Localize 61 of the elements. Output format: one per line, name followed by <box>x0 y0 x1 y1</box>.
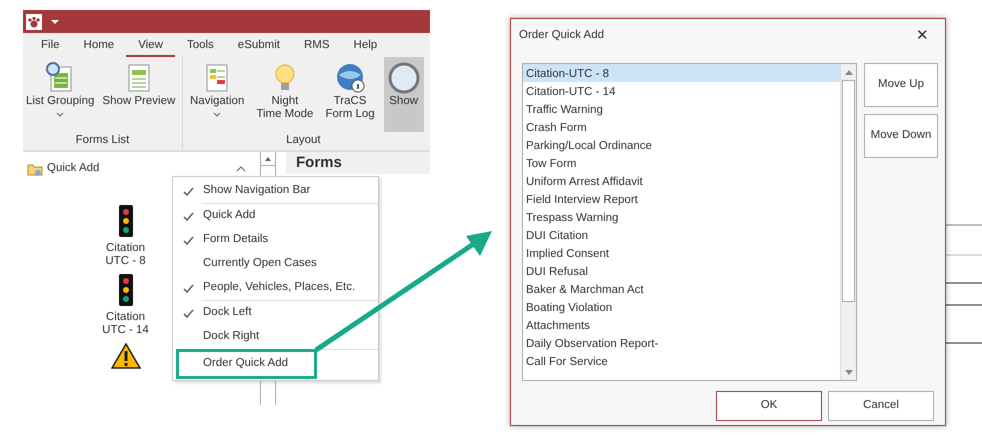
list-item[interactable]: Baker & Marchman Act <box>523 280 840 298</box>
shortcut-label[interactable]: Citation UTC - 8 <box>105 242 146 268</box>
scroll-down-icon[interactable] <box>844 370 852 374</box>
list-item[interactable]: Traffic Warning <box>523 100 840 118</box>
ribbon-button[interactable]: Navigation <box>187 57 248 132</box>
menu-item[interactable]: Currently Open Cases <box>173 252 378 276</box>
ribbon-button[interactable]: TraCS Form Log <box>322 57 378 132</box>
menu-item[interactable]: Form Details <box>173 228 378 252</box>
list-item[interactable]: Field Interview Report <box>523 190 840 208</box>
warning-icon[interactable] <box>110 343 140 370</box>
close-button[interactable]: ✕ <box>912 24 933 48</box>
dialog-button[interactable]: Cancel <box>828 391 934 421</box>
menu-tab[interactable]: eSubmit <box>226 37 292 57</box>
magnifier-icon <box>386 61 421 95</box>
app-logo-icon[interactable] <box>25 12 43 30</box>
list-item[interactable]: Citation-UTC - 14 <box>523 82 840 100</box>
group-label: Forms List <box>74 133 130 148</box>
ribbon-button[interactable]: Show Preview <box>99 57 178 132</box>
list-item[interactable]: DUI Refusal <box>523 262 840 280</box>
menu-tab[interactable]: Help <box>342 37 390 57</box>
move-button[interactable]: Move Up <box>864 63 938 107</box>
list-box[interactable] <box>522 63 857 381</box>
list-item[interactable]: DUI Citation <box>523 226 840 244</box>
list-item[interactable]: Citation-UTC - 8 <box>523 64 840 82</box>
dropdown-arrow-icon[interactable] <box>51 18 59 24</box>
menu-item[interactable]: People, Vehicles, Places, Etc. <box>173 276 378 300</box>
panel-title: Quick Add <box>47 161 100 176</box>
menu-item[interactable]: Order Quick Add <box>179 352 314 376</box>
menu-tab[interactable]: File <box>29 37 72 57</box>
list-item[interactable]: Trespass Warning <box>523 208 840 226</box>
collapse-icon[interactable] <box>236 166 246 172</box>
menu-tab[interactable]: Home <box>72 37 126 57</box>
traffic-light-icon[interactable] <box>118 205 132 238</box>
list-item[interactable]: Boating Violation <box>523 298 840 316</box>
shortcut-label[interactable]: Citation UTC - 14 <box>102 311 149 338</box>
folder-icon <box>27 162 43 176</box>
menu-tab[interactable]: RMS <box>292 37 342 57</box>
menu-item[interactable]: Dock Left <box>173 301 378 325</box>
move-button[interactable]: Move Down <box>864 114 938 158</box>
list-item[interactable]: Implied Consent <box>523 244 840 262</box>
list-item[interactable]: Uniform Arrest Affidavit <box>523 172 840 190</box>
list-item[interactable]: Crash Form <box>523 118 840 136</box>
list-item[interactable]: Attachments <box>523 316 840 334</box>
menu-tab[interactable]: Tools <box>174 37 226 57</box>
dialog-title: Order Quick Add <box>519 28 604 44</box>
menu-item[interactable]: Quick Add <box>173 204 378 228</box>
menu-item[interactable]: Dock Right <box>173 325 378 349</box>
scroll-up-icon[interactable] <box>844 70 852 74</box>
list-item[interactable]: Call For Service <box>523 352 840 370</box>
ribbon-button[interactable]: Show <box>384 57 424 132</box>
forms-header: Forms <box>286 152 430 174</box>
menu-item[interactable]: Show Navigation Bar <box>173 179 378 203</box>
ribbon-button[interactable]: Night Time Mode <box>253 57 316 132</box>
traffic-light-icon[interactable] <box>118 274 132 306</box>
list-item[interactable]: Tow Form <box>523 154 840 172</box>
scrollbar[interactable] <box>840 64 856 380</box>
group-label: Layout <box>285 133 322 148</box>
list-item[interactable]: Daily Observation Report- <box>523 334 840 352</box>
list-item[interactable]: Parking/Local Ordinance <box>523 136 840 154</box>
ribbon-button[interactable]: List Grouping <box>23 57 98 132</box>
dialog-button[interactable]: OK <box>716 391 822 421</box>
